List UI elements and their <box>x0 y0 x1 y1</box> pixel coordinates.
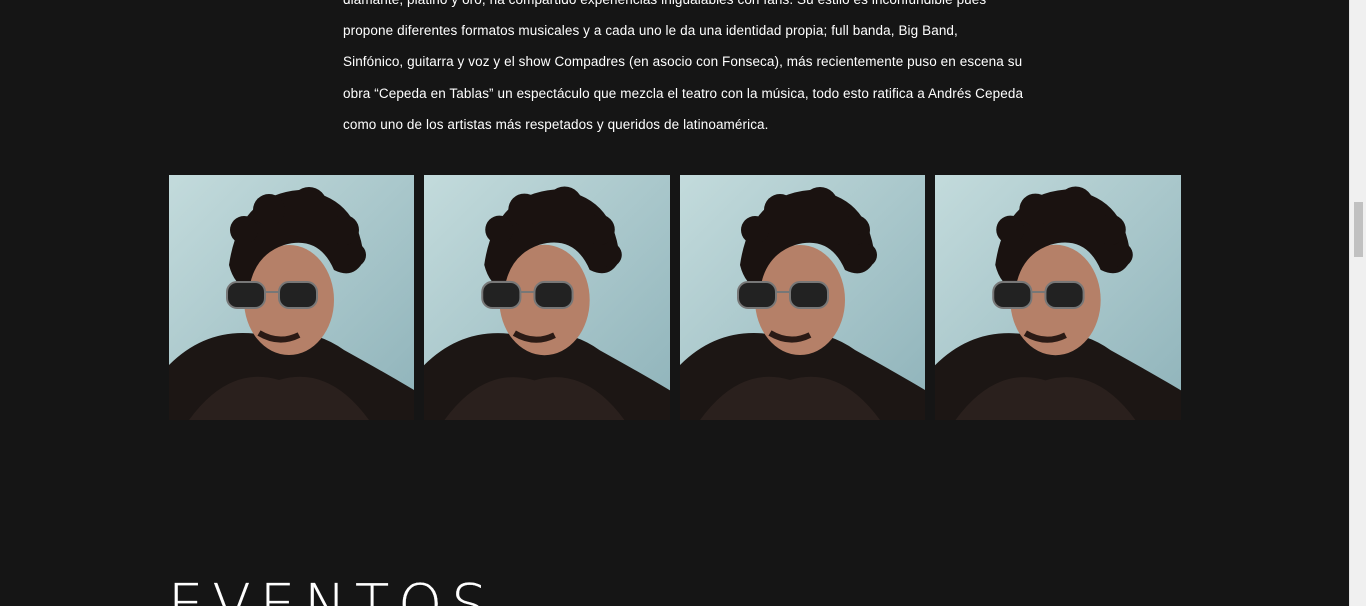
gallery-photo-3[interactable] <box>680 175 925 420</box>
events-section-title: EVENTOS <box>168 573 496 606</box>
photo-gallery <box>169 175 1181 420</box>
bio-line: propone diferentes formatos musicales y … <box>343 23 958 39</box>
bio-line: como uno de los artistas más respetados … <box>343 116 769 132</box>
scrollbar-thumb[interactable] <box>1354 202 1363 257</box>
artist-portrait-image <box>680 175 925 420</box>
gallery-photo-4[interactable] <box>935 175 1181 420</box>
gallery-photo-2[interactable] <box>424 175 670 420</box>
artist-portrait-image <box>424 175 670 420</box>
artist-biography: diamante, platino y oro, ha compartido e… <box>343 0 1103 140</box>
page-scrollbar[interactable] <box>1349 0 1366 606</box>
bio-line: diamante, platino y oro, ha compartido e… <box>343 0 1103 15</box>
gallery-photo-1[interactable] <box>169 175 414 420</box>
bio-line: obra “Cepeda en Tablas” un espectáculo q… <box>343 85 1024 101</box>
artist-portrait-image <box>935 175 1181 420</box>
bio-line: Sinfónico, guitarra y voz y el show Comp… <box>343 54 1023 70</box>
page: diamante, platino y oro, ha compartido e… <box>0 0 1349 606</box>
artist-portrait-image <box>169 175 414 420</box>
